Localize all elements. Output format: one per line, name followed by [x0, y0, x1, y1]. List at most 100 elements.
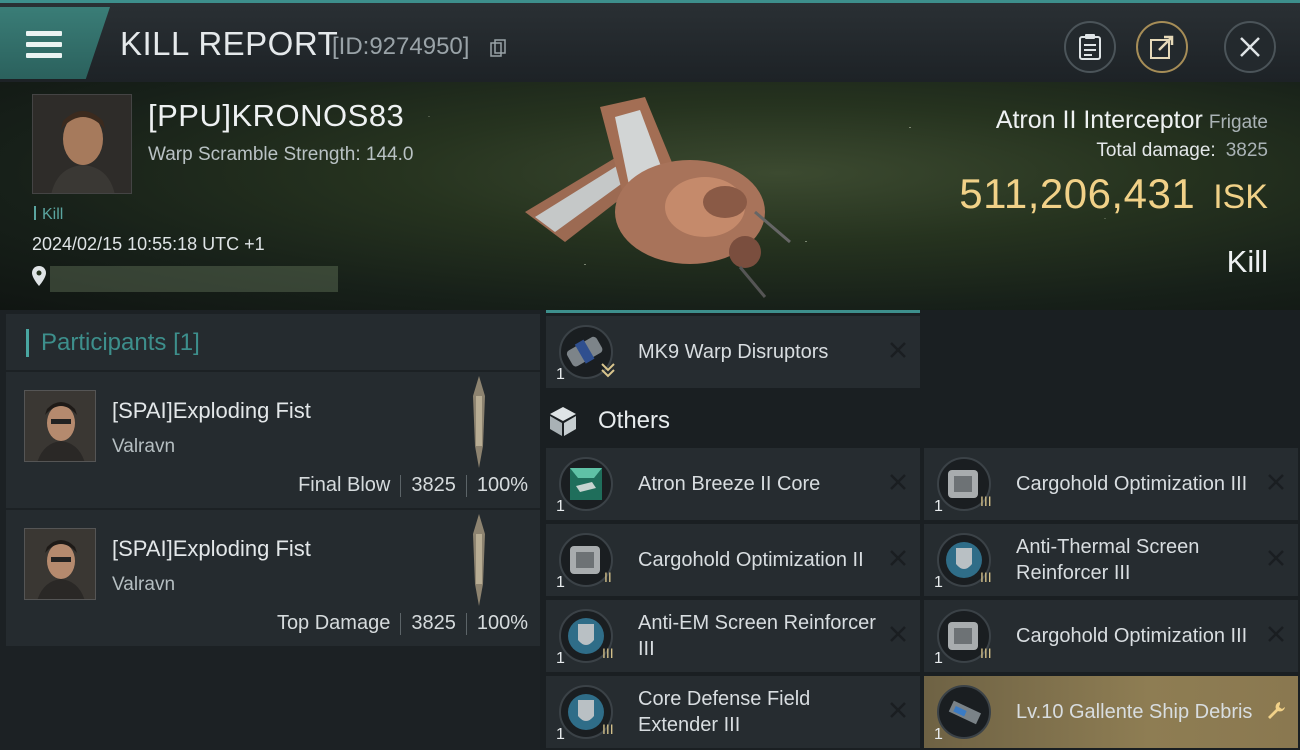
hamburger-icon — [26, 31, 62, 59]
kill-datetime: 2024/02/15 10:55:18 UTC +1 — [32, 234, 265, 254]
share-button[interactable] — [1136, 21, 1188, 73]
warp-scramble-strength: Warp Scramble Strength: 144.0 — [148, 144, 414, 165]
result-label: Kill — [1226, 244, 1268, 279]
close-icon — [1240, 37, 1260, 57]
total-damage-label: Total damage: — [1096, 140, 1216, 161]
participant-row[interactable]: [SPAI]Exploding Fist Valravn Top Damage … — [6, 510, 540, 646]
destroyed-x-icon — [890, 702, 906, 718]
ship-class: Frigate — [1208, 112, 1268, 133]
total-damage-value: 3825 — [1225, 140, 1268, 161]
item-quantity: 1 — [934, 498, 943, 515]
dropped-items-panel: 1 MK9 Warp Disruptors Others 1 Atron Bre… — [540, 310, 1300, 750]
item-quantity: 1 — [556, 650, 565, 667]
item-name: Cargohold Optimization II — [638, 549, 864, 571]
svg-text:II: II — [604, 569, 612, 585]
divider — [465, 474, 467, 497]
item-slot[interactable]: III 1 Anti-EM Screen Reinforcer III — [546, 600, 920, 672]
shield-reinforcer-icon: III — [559, 609, 614, 663]
item-quantity: 1 — [934, 650, 943, 667]
participants-header: Participants [1] — [6, 314, 540, 370]
clipboard-button[interactable] — [1064, 21, 1116, 73]
victim-pilot-name: [PPU]KRONOS83 — [148, 98, 405, 133]
pilot-avatar-icon — [25, 529, 95, 599]
isk-amount: 511,206,431 — [959, 170, 1196, 217]
cargohold-module-icon: III — [937, 609, 992, 663]
destroyed-x-icon — [890, 550, 906, 566]
participant-percent: 100% — [476, 612, 528, 634]
close-button[interactable] — [1224, 21, 1276, 73]
cargohold-module-icon: III — [937, 457, 992, 511]
others-section-header: Others — [546, 394, 670, 448]
participant-ship: Valravn — [112, 574, 176, 595]
item-quantity: 1 — [556, 574, 565, 591]
isk-unit: ISK — [1213, 178, 1268, 216]
participant-name: [SPAI]Exploding Fist — [112, 536, 311, 561]
item-slot[interactable]: III 1 Cargohold Optimization III — [924, 448, 1298, 520]
panel-accent-line — [546, 310, 920, 313]
ship-render-icon — [525, 97, 791, 298]
item-slot[interactable]: II 1 Cargohold Optimization II — [546, 524, 920, 596]
pilot-avatar-icon — [33, 95, 131, 193]
wrench-icon — [1268, 702, 1285, 719]
divider — [400, 474, 402, 497]
item-slot[interactable]: 1 MK9 Warp Disruptors — [546, 316, 920, 388]
item-name: Anti-Thermal Screen Reinforcer III — [1016, 536, 1200, 584]
copy-icon[interactable] — [490, 39, 506, 57]
location-pin-icon — [32, 266, 46, 286]
item-slot[interactable]: III 1 Anti-Thermal Screen Reinforcer III — [924, 524, 1298, 596]
shield-reinforcer-icon: III — [937, 533, 992, 587]
divider — [465, 612, 467, 635]
item-slot[interactable]: 1 Atron Breeze II Core — [546, 448, 920, 520]
participants-label: Participants — [41, 329, 167, 356]
svg-text:III: III — [602, 721, 614, 737]
participants-title: Participants [1] — [26, 329, 200, 357]
item-name: Anti-EM Screen Reinforcer III — [638, 612, 876, 660]
menu-button[interactable] — [0, 7, 110, 79]
ship-debris-icon — [937, 685, 991, 739]
participant-percent: 100% — [476, 474, 528, 496]
item-name: Atron Breeze II Core — [638, 473, 821, 495]
ship-name-text: Atron II Interceptor — [995, 106, 1203, 134]
item-name: Core Defense Field Extender III — [638, 688, 811, 736]
item-name: Lv.10 Gallente Ship Debris — [1016, 701, 1253, 723]
warp-disruptor-icon — [559, 325, 615, 379]
item-quantity: 1 — [556, 726, 565, 743]
destroyed-x-icon — [890, 474, 906, 490]
destroyed-x-icon — [1268, 474, 1284, 490]
shield-extender-icon: III — [559, 685, 614, 739]
participant-row[interactable]: [SPAI]Exploding Fist Valravn Final Blow … — [6, 372, 540, 508]
participant-ship-icon — [473, 514, 485, 606]
kill-tag: Kill — [34, 206, 63, 224]
others-label: Others — [598, 407, 671, 434]
share-icon — [1150, 35, 1174, 59]
participant-avatar[interactable] — [24, 528, 96, 600]
isk-value: 511,206,431 ISK — [959, 170, 1268, 218]
total-damage: Total damage: 3825 — [1096, 140, 1268, 162]
svg-text:III: III — [980, 493, 992, 509]
victim-ship-name: Atron II Interceptor Frigate — [996, 106, 1268, 135]
participant-damage: 3825 — [411, 474, 456, 496]
participant-avatar[interactable] — [24, 390, 96, 462]
svg-text:III: III — [602, 645, 614, 661]
svg-text:III: III — [980, 645, 992, 661]
participant-stats: Top Damage 3825 100% — [277, 612, 528, 635]
item-name: Cargohold Optimization III — [1016, 473, 1248, 495]
victim-banner: [PPU]KRONOS83 Warp Scramble Strength: 14… — [0, 82, 1300, 310]
destroyed-x-icon — [890, 626, 906, 642]
item-slot-dropped[interactable]: 1 Lv.10 Gallente Ship Debris — [924, 676, 1298, 748]
report-id: [ID:9274950] — [332, 33, 470, 60]
item-quantity: 1 — [934, 574, 943, 591]
ship-core-icon — [559, 457, 613, 511]
participant-role: Top Damage — [276, 612, 391, 634]
item-name: Cargohold Optimization III — [1016, 625, 1248, 647]
header-bar: KILL REPORT [ID:9274950] — [0, 0, 1300, 82]
participant-damage: 3825 — [411, 612, 456, 634]
participant-stats: Final Blow 3825 100% — [298, 474, 528, 497]
item-slot[interactable]: III 1 Cargohold Optimization III — [924, 600, 1298, 672]
cargohold-module-icon: II — [559, 533, 613, 587]
victim-portrait[interactable] — [32, 94, 132, 194]
participant-role: Final Blow — [298, 474, 391, 496]
item-slot[interactable]: III 1 Core Defense Field Extender III — [546, 676, 920, 748]
participant-name: [SPAI]Exploding Fist — [112, 398, 311, 423]
destroyed-x-icon — [890, 342, 906, 358]
